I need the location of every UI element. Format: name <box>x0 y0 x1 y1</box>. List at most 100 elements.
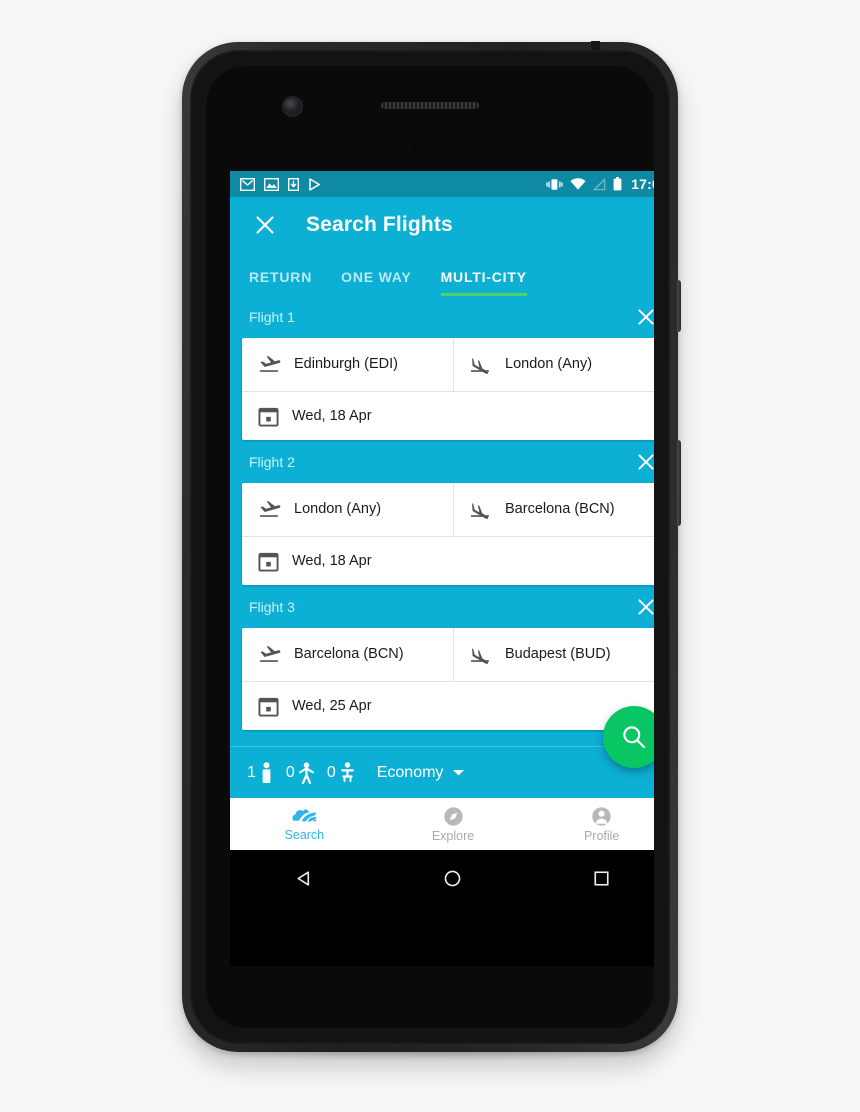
battery-icon <box>613 177 622 191</box>
nav-item-explore[interactable]: Explore <box>379 798 528 850</box>
destination-value: Barcelona (BCN) <box>505 501 615 518</box>
android-recents-button[interactable] <box>578 854 626 902</box>
infants-count: 0 <box>326 763 336 781</box>
app-bar: Search Flights RETURN ONE WAY MULTI-CITY <box>230 197 654 296</box>
flight-group: Flight 3 Barcelona (BCN) Budapest (BUD) … <box>230 586 654 730</box>
adults-stepper[interactable]: 1 <box>247 761 273 784</box>
phone-bezel: 17:09 Search Flights RETURN <box>190 50 670 1044</box>
proximity-sensor <box>412 142 448 155</box>
device-shadow <box>196 1040 664 1062</box>
close-icon <box>638 599 654 615</box>
photos-icon <box>264 177 279 191</box>
infant-passenger-icon <box>340 761 354 782</box>
date-value: Wed, 25 Apr <box>292 698 372 714</box>
origin-field[interactable]: Barcelona (BCN) <box>242 628 453 681</box>
children-count: 0 <box>285 763 295 781</box>
bottom-navigation-bar: Search Explore Profile <box>230 798 654 850</box>
route-row: Barcelona (BCN) Budapest (BUD) <box>242 628 654 681</box>
status-bar-clock: 17:09 <box>631 176 654 192</box>
close-button[interactable] <box>248 208 282 242</box>
flight-header: Flight 2 <box>230 441 654 483</box>
destination-field[interactable]: London (Any) <box>453 338 654 391</box>
wifi-icon <box>570 177 586 190</box>
page-title: Search Flights <box>306 212 453 236</box>
origin-field[interactable]: London (Any) <box>242 483 453 536</box>
home-circle-icon <box>445 870 461 886</box>
search-icon <box>623 726 646 749</box>
nav-item-search[interactable]: Search <box>230 798 379 850</box>
remove-flight-button[interactable] <box>632 303 654 331</box>
volume-button[interactable] <box>677 440 681 526</box>
adult-passenger-icon <box>262 761 271 783</box>
nav-label-search: Search <box>284 828 325 842</box>
android-back-button[interactable] <box>280 854 328 902</box>
date-value: Wed, 18 Apr <box>292 408 372 424</box>
download-icon <box>288 177 299 191</box>
origin-field[interactable]: Edinburgh (EDI) <box>242 338 453 391</box>
flight-label: Flight 1 <box>249 309 295 325</box>
front-camera-icon <box>284 98 301 115</box>
children-stepper[interactable]: 0 <box>285 761 314 784</box>
calendar-icon <box>258 407 279 427</box>
date-field[interactable]: Wed, 18 Apr <box>242 536 654 585</box>
route-row: Edinburgh (EDI) London (Any) <box>242 338 654 391</box>
infants-stepper[interactable]: 0 <box>326 761 355 784</box>
destination-field[interactable]: Budapest (BUD) <box>453 628 654 681</box>
flight-group: Flight 1 Edinburgh (EDI) London (Any) We… <box>230 296 654 440</box>
compass-icon <box>443 806 463 826</box>
child-passenger-icon <box>298 761 314 784</box>
destination-field[interactable]: Barcelona (BCN) <box>453 483 654 536</box>
back-triangle-icon <box>297 870 309 886</box>
flight-takeoff-icon <box>259 646 281 662</box>
flight-label: Flight 3 <box>249 599 295 615</box>
tab-return[interactable]: RETURN <box>249 269 312 296</box>
flight-land-icon <box>470 503 489 519</box>
date-field[interactable]: Wed, 18 Apr <box>242 391 654 440</box>
nav-label-profile: Profile <box>583 828 620 843</box>
destination-value: London (Any) <box>505 356 593 373</box>
tab-bar: RETURN ONE WAY MULTI-CITY <box>230 252 654 296</box>
nav-item-profile[interactable]: Profile <box>527 798 654 850</box>
flight-card: Edinburgh (EDI) London (Any) Wed, 18 Apr <box>242 338 654 440</box>
remove-flight-button[interactable] <box>632 593 654 621</box>
screen-bottom-fill <box>230 906 654 966</box>
status-system-icons: 17:09 <box>546 176 654 192</box>
tab-multi-city[interactable]: MULTI-CITY <box>440 269 528 296</box>
no-signal-icon <box>593 177 606 190</box>
date-value: Wed, 18 Apr <box>292 553 372 569</box>
close-icon <box>256 215 274 234</box>
play-store-icon <box>309 177 320 191</box>
calendar-icon <box>258 552 279 572</box>
close-icon <box>638 309 654 325</box>
origin-value: Edinburgh (EDI) <box>294 356 398 373</box>
date-field[interactable]: Wed, 25 Apr <box>242 681 654 730</box>
antenna-line <box>591 41 600 50</box>
android-home-button[interactable] <box>429 854 477 902</box>
power-button[interactable] <box>677 280 681 332</box>
flight-card: Barcelona (BCN) Budapest (BUD) Wed, 25 A… <box>242 628 654 730</box>
tab-one-way[interactable]: ONE WAY <box>341 269 411 296</box>
origin-value: Barcelona (BCN) <box>294 646 404 663</box>
flight-land-icon <box>470 648 489 664</box>
flight-takeoff-icon <box>259 501 281 517</box>
flight-card: London (Any) Barcelona (BCN) Wed, 18 Apr <box>242 483 654 585</box>
flight-takeoff-icon <box>259 356 281 372</box>
status-notification-icons <box>240 177 321 191</box>
recents-square-icon <box>594 870 609 886</box>
flight-group: Flight 2 London (Any) Barcelona (BCN) We… <box>230 441 654 585</box>
nav-label-explore: Explore <box>431 828 475 843</box>
app-bar-top-row: Search Flights <box>230 197 654 252</box>
cabin-class-value: Economy <box>376 763 444 781</box>
route-row: London (Any) Barcelona (BCN) <box>242 483 654 536</box>
close-icon <box>638 454 654 470</box>
earpiece-speaker <box>381 102 479 109</box>
passenger-class-bar: 1 0 0 Economy <box>230 746 654 798</box>
destination-value: Budapest (BUD) <box>505 646 611 663</box>
calendar-icon <box>258 697 279 717</box>
remove-flight-button[interactable] <box>632 448 654 476</box>
adults-count: 1 <box>247 763 256 781</box>
vibrate-icon <box>546 178 563 190</box>
chevron-down-icon <box>453 770 465 776</box>
cabin-class-dropdown[interactable]: Economy <box>377 764 466 782</box>
flight-header: Flight 3 <box>230 586 654 628</box>
